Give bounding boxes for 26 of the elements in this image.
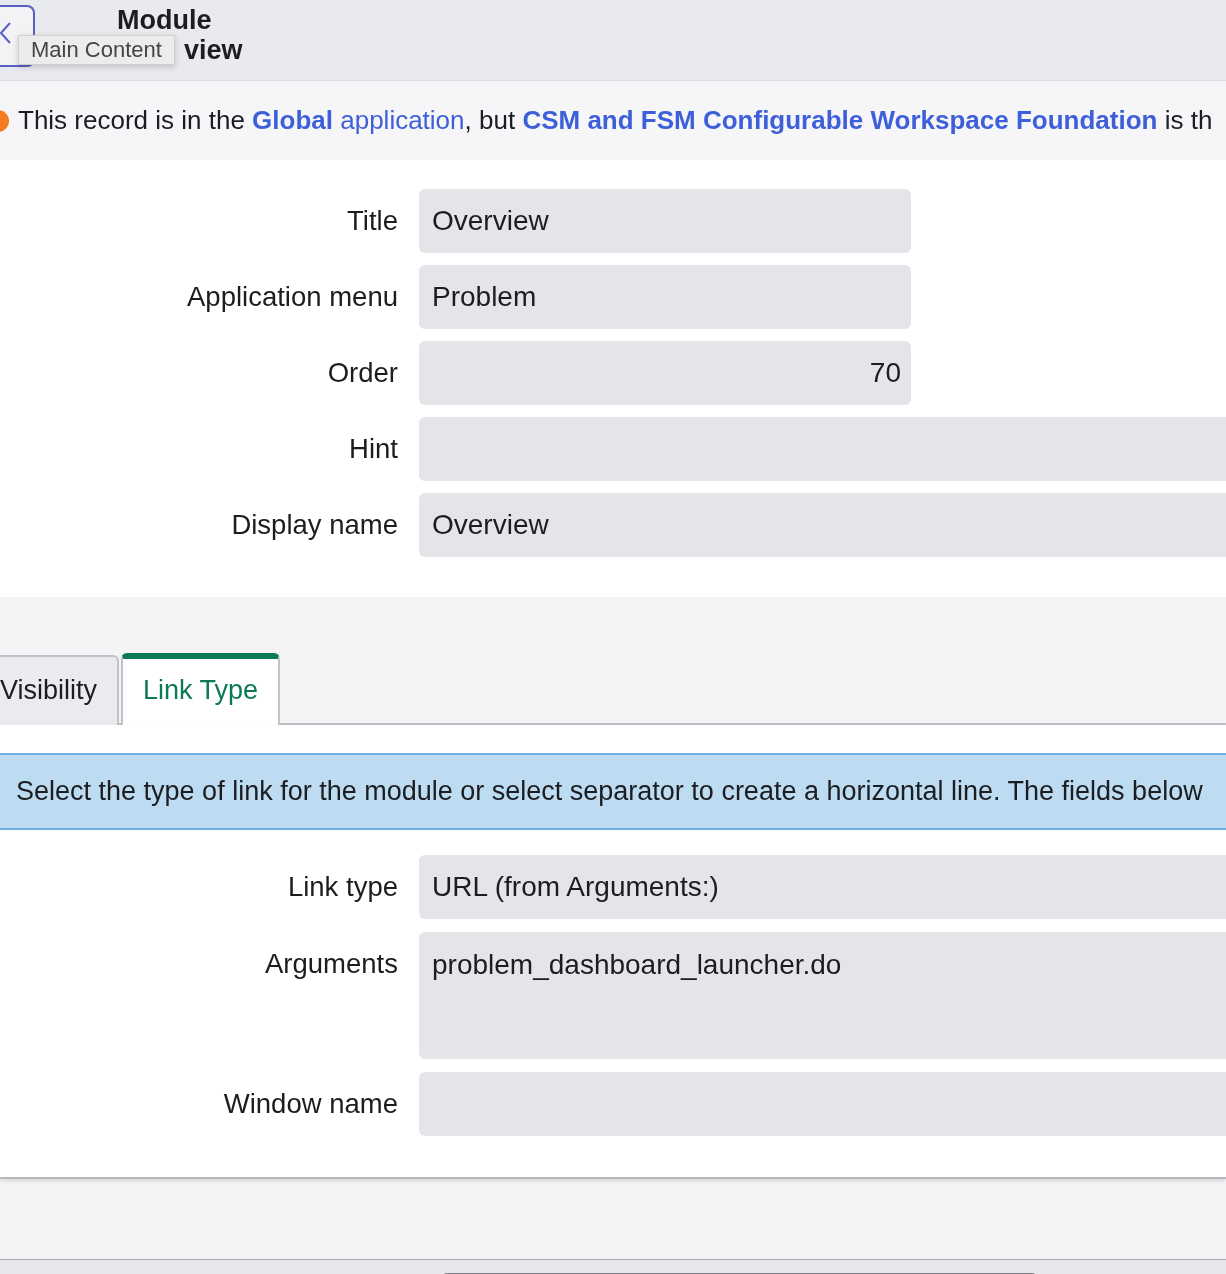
tab[interactable]: Link Type xyxy=(121,653,281,725)
input-field[interactable]: problem_dashboard_launcher.do xyxy=(419,932,1226,1059)
input-field[interactable]: Overview xyxy=(419,493,1226,557)
notice-link[interactable]: Global application xyxy=(252,105,465,135)
notice-link[interactable]: CSM and FSM Configurable Workspace Foundation xyxy=(522,105,1158,135)
info-message: Select the type of link for the module or select separator to create a horizontal line. The fields below xyxy=(0,753,1226,830)
field-label: Link type xyxy=(286,870,398,904)
field-label: Application menu xyxy=(186,280,398,314)
input-field[interactable]: Problem xyxy=(419,265,911,329)
field-label: Order xyxy=(326,356,398,390)
input-field[interactable] xyxy=(419,1072,1226,1136)
input-field[interactable]: 70 xyxy=(419,341,911,405)
tab[interactable]: Visibility xyxy=(0,655,120,725)
notice-message: This record is in the Global application, but CSM and FSM Configurable Workspace Foundation is th xyxy=(18,105,1213,136)
input-field[interactable] xyxy=(419,417,1226,481)
field-label: Window name xyxy=(222,1087,398,1121)
field-label: Display name xyxy=(230,508,398,542)
field-label: Arguments xyxy=(264,947,398,981)
field-label: Title xyxy=(346,204,398,238)
input-field[interactable]: URL (from Arguments:) xyxy=(419,855,1226,919)
input-field[interactable]: Overview xyxy=(419,189,911,253)
field-label: Hint xyxy=(348,432,398,466)
tooltip: Main Content xyxy=(18,35,175,65)
page-title: view xyxy=(184,36,243,64)
chevron-left-icon xyxy=(0,22,11,44)
page-title: Module xyxy=(117,6,213,34)
